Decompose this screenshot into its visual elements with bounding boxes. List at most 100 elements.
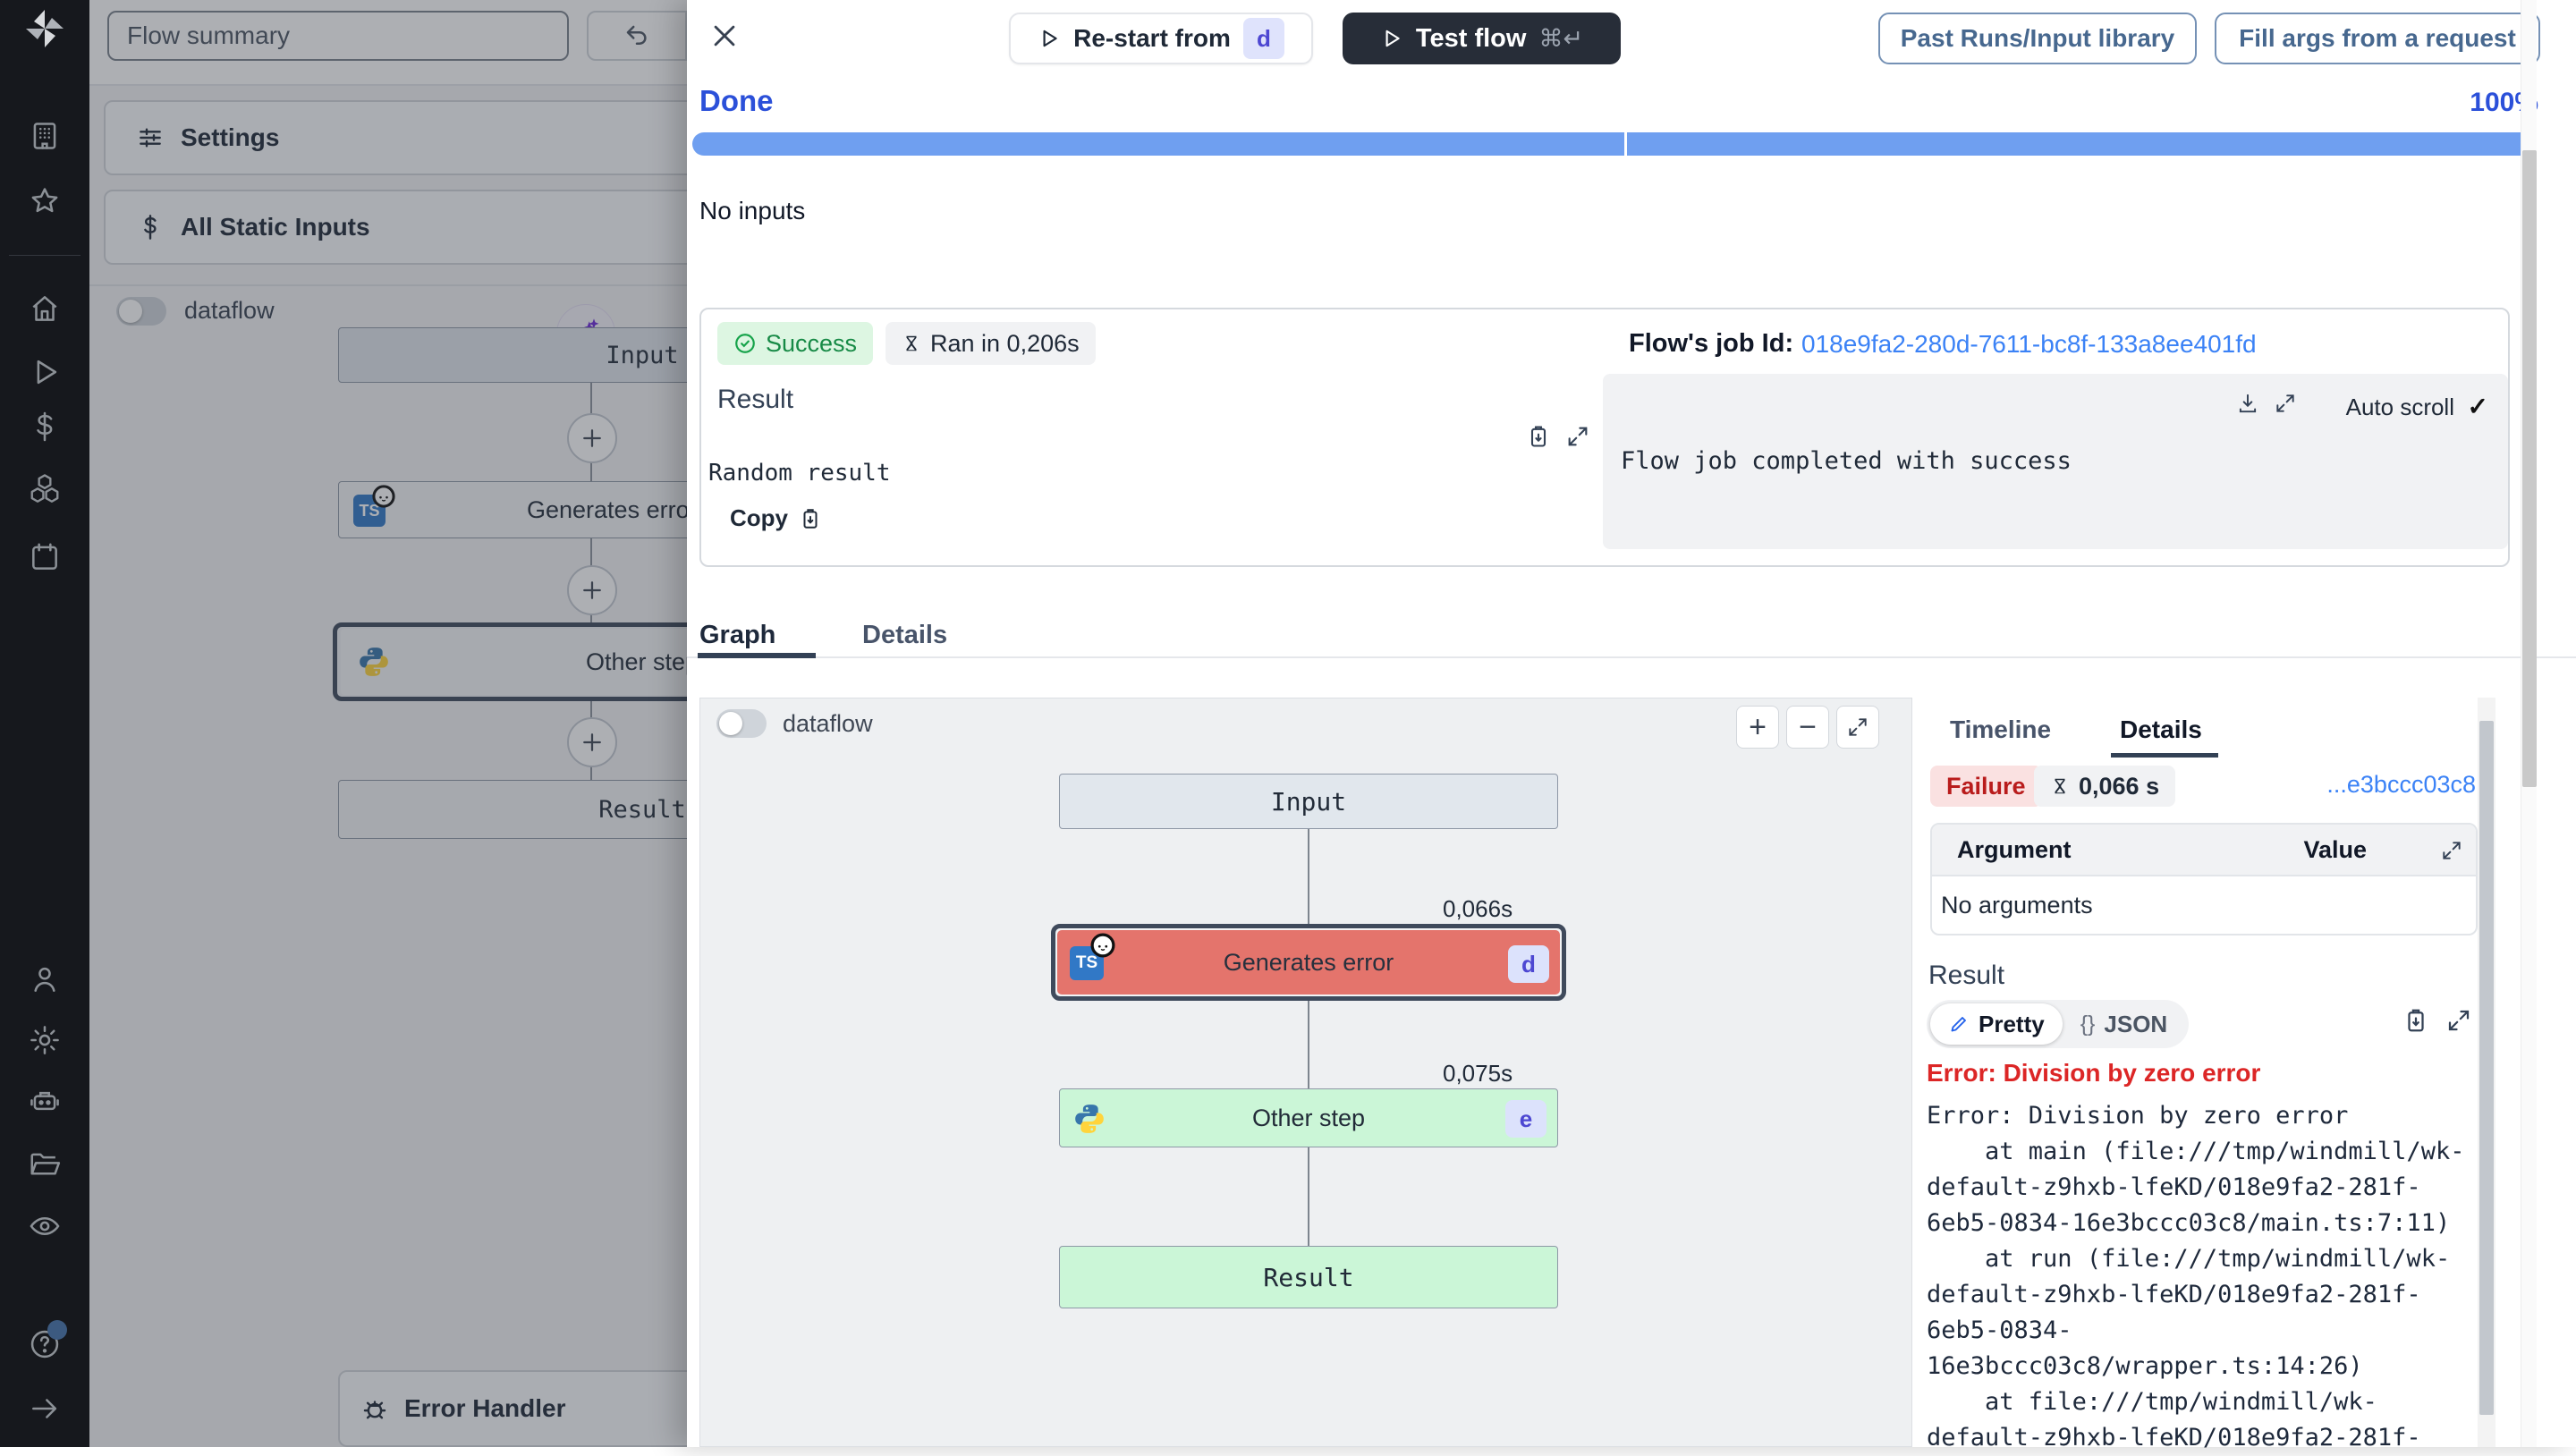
resources-cubes-icon[interactable] <box>28 471 62 505</box>
bun-icon <box>1089 932 1116 959</box>
shortcut-hint: ⌘↵ <box>1538 25 1583 53</box>
graph-edge <box>1308 1001 1309 1088</box>
workers-robot-icon[interactable] <box>28 1085 62 1119</box>
expand-args-icon[interactable] <box>2440 839 2463 862</box>
graph-node-input[interactable]: Input <box>1059 774 1558 829</box>
restart-from-button[interactable]: Re-start from d <box>1009 13 1313 64</box>
settings-gear-icon[interactable] <box>28 1023 62 1057</box>
dataflow-toggle[interactable] <box>716 709 767 738</box>
duration-badge: Ran in 0,206s <box>886 322 1096 365</box>
flow-graph-canvas[interactable]: dataflow + − Input 0,066s TS Generates e… <box>699 698 1912 1447</box>
error-stack-trace: Error: Division by zero error at main (f… <box>1927 1098 2488 1456</box>
pen-icon <box>1948 1013 1970 1035</box>
copy-error-icon[interactable] <box>2402 1007 2429 1034</box>
graph-node-result-label: Result <box>1263 1263 1353 1292</box>
zoom-out-button[interactable]: − <box>1786 706 1829 749</box>
tab-timeline[interactable]: Timeline <box>1950 715 2051 744</box>
hourglass-icon <box>902 334 921 353</box>
progress-segment <box>692 132 1624 156</box>
step-job-link[interactable]: ...e3bccc03c8 <box>2326 771 2476 799</box>
copy-result-icon[interactable] <box>1526 424 1551 449</box>
tab-graph[interactable]: Graph <box>699 621 775 650</box>
json-toggle-button[interactable]: {} JSON <box>2063 1011 2186 1038</box>
error-title: Error: Division by zero error <box>1927 1059 2260 1088</box>
fill-args-label: Fill args from a request <box>2239 24 2516 53</box>
python-icon <box>1072 1102 1106 1136</box>
test-flow-drawer: Re-start from d Test flow ⌘↵ Past Runs/I… <box>687 0 2576 1447</box>
favorites-star-icon[interactable] <box>28 184 62 218</box>
variables-dollar-icon[interactable] <box>28 410 62 444</box>
users-person-icon[interactable] <box>28 962 62 996</box>
drawer-scrollbar-thumb[interactable] <box>2522 150 2537 787</box>
windmill-logo-icon[interactable] <box>23 7 66 50</box>
graph-node-step1-selected[interactable]: TS Generates error d <box>1051 924 1566 1001</box>
expand-logs-icon[interactable] <box>2274 392 2297 415</box>
progress-status: Done <box>699 84 774 118</box>
graph-node-step2[interactable]: Other step e <box>1059 1088 1558 1147</box>
col-value: Value <box>2304 836 2368 864</box>
auto-scroll-label[interactable]: Auto scroll <box>2346 394 2454 421</box>
expand-icon <box>1846 715 1869 739</box>
workspace-building-icon[interactable] <box>28 119 62 153</box>
copy-button[interactable]: Copy <box>730 504 822 532</box>
hourglass-icon <box>2050 776 2070 796</box>
step-duration-badge: 0,066 s <box>2034 766 2175 807</box>
step2-duration: 0,075s <box>1443 1060 1513 1088</box>
col-argument: Argument <box>1957 836 2072 864</box>
fit-view-button[interactable] <box>1836 706 1879 749</box>
copy-label: Copy <box>730 504 788 532</box>
progress-bar <box>692 132 2537 156</box>
fill-args-button[interactable]: Fill args from a request <box>2215 13 2540 64</box>
arguments-table: Argument Value No arguments <box>1930 823 2478 935</box>
log-text: Flow job completed with success <box>1621 447 2072 475</box>
pretty-label: Pretty <box>1979 1011 2045 1038</box>
result-value: Random result <box>708 460 891 487</box>
json-braces-icon: {} <box>2080 1012 2096 1037</box>
past-runs-button[interactable]: Past Runs/Input library <box>1878 13 2197 64</box>
graph-node-step1-label: Generates error <box>1224 949 1394 977</box>
expand-error-icon[interactable] <box>2445 1007 2472 1034</box>
home-icon[interactable] <box>28 292 62 326</box>
zoom-in-button[interactable]: + <box>1736 706 1779 749</box>
graph-node-input-label: Input <box>1271 787 1346 817</box>
details-scrollbar-thumb[interactable] <box>2479 721 2494 1415</box>
log-panel: Auto scroll ✓ Flow job completed with su… <box>1603 374 2508 549</box>
app-sidebar-rail <box>0 0 89 1447</box>
minus-icon: − <box>1799 710 1817 745</box>
progress-segment <box>1627 132 2537 156</box>
rail-divider <box>9 255 80 256</box>
result-view-toggle: Pretty {} JSON <box>1927 1000 2189 1048</box>
download-logs-icon[interactable] <box>2236 392 2259 415</box>
tab-details-main[interactable]: Details <box>862 621 947 650</box>
past-runs-label: Past Runs/Input library <box>1901 24 2175 53</box>
test-flow-button[interactable]: Test flow ⌘↵ <box>1343 13 1621 64</box>
tabs-divider <box>687 656 2576 658</box>
audit-eye-icon[interactable] <box>28 1209 62 1243</box>
flow-editor-background: Flow summary Settings All Static Inputs … <box>89 0 687 1447</box>
pretty-toggle-button[interactable]: Pretty <box>1930 1003 2063 1045</box>
graph-node-step2-label: Other step <box>1252 1105 1365 1132</box>
collapse-arrow-icon[interactable] <box>28 1392 62 1426</box>
tab-details[interactable]: Details <box>2120 715 2202 744</box>
close-drawer-button[interactable] <box>703 14 746 57</box>
arguments-table-header: Argument Value <box>1932 825 2476 876</box>
auto-scroll-check-icon[interactable]: ✓ <box>2468 392 2488 421</box>
tab-graph-underline <box>698 653 816 658</box>
expand-result-icon[interactable] <box>1565 424 1590 449</box>
help-icon[interactable] <box>28 1327 62 1361</box>
close-icon <box>709 21 740 51</box>
runs-play-icon[interactable] <box>28 355 62 389</box>
job-id-label: Flow's job Id: <box>1629 329 1793 359</box>
drawer-scrollbar-track[interactable] <box>2521 0 2537 1447</box>
graph-node-step1[interactable]: TS Generates error d <box>1057 930 1560 995</box>
folders-icon[interactable] <box>28 1147 62 1181</box>
job-id-link[interactable]: 018e9fa2-280d-7611-bc8f-133a8ee401fd <box>1801 330 2257 359</box>
modal-dim-overlay <box>89 0 687 1447</box>
graph-node-result[interactable]: Result <box>1059 1246 1558 1308</box>
dataflow-label: dataflow <box>783 710 873 738</box>
test-flow-label: Test flow <box>1416 24 1527 54</box>
restart-from-label: Re-start from <box>1073 24 1231 53</box>
schedules-calendar-icon[interactable] <box>28 540 62 574</box>
details-scrollbar-track[interactable] <box>2478 698 2496 1447</box>
step2-id-badge: e <box>1505 1100 1546 1138</box>
